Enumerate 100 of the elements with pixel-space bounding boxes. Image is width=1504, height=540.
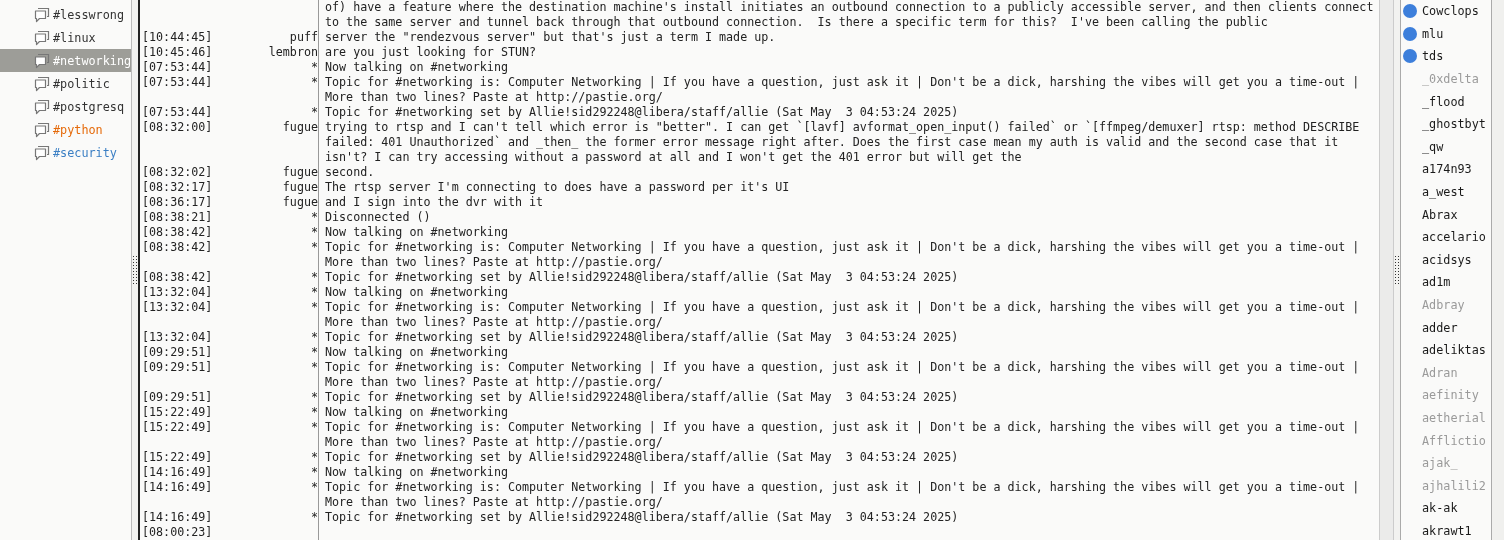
user-name[interactable]: a174n93: [1422, 162, 1472, 177]
timestamp: [14:16:49]: [142, 510, 213, 525]
message-text: Topic for #networking set by Allie!sid292248@libera/staff/allie (Sat May 3 04:53:24 2025): [324, 105, 960, 120]
nickname: fugue: [282, 180, 318, 195]
user-name[interactable]: ak-ak: [1422, 501, 1458, 516]
message-text: Topic for #networking is: Computer Networking | If you have a question, just ask it | Don't be a dick, harshing the vibes will get you a time-out | More than two lines? Paste at http://pastie.org/: [324, 360, 1361, 390]
nickname: *: [310, 390, 318, 405]
message-text: are you just looking for STUN?: [324, 45, 538, 60]
timestamp: [14:16:49]: [142, 480, 213, 496]
message-text: server the "rendezvous server" but that's just a term I made up.: [324, 30, 777, 45]
message-text: Topic for #networking set by Allie!sid292248@libera/staff/allie (Sat May 3 04:53:24 2025): [324, 390, 960, 405]
nickname: fugue: [282, 120, 318, 136]
message-text: Disconnected (): [324, 210, 432, 225]
user-name[interactable]: acidsys: [1422, 252, 1472, 267]
timestamp: [13:32:04]: [142, 300, 213, 316]
message-text: second.: [324, 165, 376, 180]
chat-bubbles-icon: [33, 52, 51, 69]
user-name[interactable]: adeliktas: [1422, 343, 1486, 358]
message-text: Topic for #networking is: Computer Networking | If you have a question, just ask it | Don't be a dick, harshing the vibes will get you a time-out | More than two lines? Paste at http://pastie.org/: [324, 240, 1361, 270]
message-text: Topic for #networking is: Computer Networking | If you have a question, just ask it | Don't be a dick, harshing the vibes will get you a time-out | More than two lines? Paste at http://pastie.org/: [324, 75, 1361, 105]
chat-bubbles-icon: [33, 121, 51, 138]
user-name[interactable]: mlu: [1422, 26, 1444, 41]
user-name[interactable]: accelario: [1422, 230, 1486, 245]
chat-bubbles-icon: [33, 75, 51, 92]
nickname: *: [310, 270, 318, 285]
nickname: *: [310, 330, 318, 345]
timestamp: [13:32:04]: [142, 330, 213, 345]
message-text: Topic for #networking set by Allie!sid292248@libera/staff/allie (Sat May 3 04:53:24 2025): [324, 450, 960, 465]
user-name[interactable]: _flood: [1422, 94, 1465, 109]
timestamp: [08:32:17]: [142, 180, 213, 195]
timestamp: [08:00:23]: [142, 525, 213, 540]
timestamp: [15:22:49]: [142, 450, 213, 465]
message-text: Topic for #networking is: Computer Networking | If you have a question, just ask it | Don't be a dick, harshing the vibes will get you a time-out | More than two lines? Paste at http://pastie.org/: [324, 420, 1361, 450]
user-name[interactable]: akrawt1: [1422, 523, 1472, 538]
timestamp: [08:38:42]: [142, 270, 213, 285]
timestamp: [08:32:00]: [142, 120, 213, 136]
user-name[interactable]: Cowclops: [1422, 4, 1479, 19]
nickname: *: [310, 360, 318, 376]
message-text: Now talking on #networking: [324, 345, 509, 360]
message-text: Topic for #networking set by Allie!sid292248@libera/staff/allie (Sat May 3 04:53:24 2025): [324, 510, 960, 525]
timestamp: [08:36:17]: [142, 195, 213, 210]
message-text: Topic for #networking is: Computer Networking | If you have a question, just ask it | Don't be a dick, harshing the vibes will get you a time-out | More than two lines? Paste at http://pastie.org/: [324, 480, 1361, 510]
nickname: *: [310, 405, 318, 420]
nickname: fugue: [282, 195, 318, 210]
message-text: The rtsp server I'm connecting to does have a password per it's UI: [324, 180, 791, 195]
timestamp: [10:45:46]: [142, 45, 213, 60]
nickname: *: [310, 420, 318, 436]
nickname: *: [310, 105, 318, 120]
timestamp: [13:32:04]: [142, 285, 213, 300]
timestamp: [08:38:42]: [142, 240, 213, 256]
timestamp: [09:29:51]: [142, 360, 213, 376]
nickname: lembron: [268, 45, 318, 60]
nickname: *: [310, 285, 318, 300]
nickname: *: [310, 480, 318, 496]
chat-bubbles-icon: [33, 6, 51, 23]
message-text: Topic for #networking set by Allie!sid292248@libera/staff/allie (Sat May 3 04:53:24 2025): [324, 270, 960, 285]
nickname: fugue: [282, 165, 318, 180]
message-text: and I sign into the dvr with it: [324, 195, 545, 210]
chat-bubbles-icon: [33, 29, 51, 46]
timestamp: [07:53:44]: [142, 75, 213, 91]
nickname: *: [310, 60, 318, 75]
message-text: Topic for #networking is: Computer Networking | If you have a question, just ask it | Don't be a dick, harshing the vibes will get you a time-out | More than two lines? Paste at http://pastie.org/: [324, 300, 1361, 330]
nickname: *: [310, 345, 318, 360]
channel-item[interactable]: #politic: [0, 72, 131, 95]
timestamp: [07:53:44]: [142, 60, 213, 75]
nickname: *: [310, 75, 318, 91]
message-text: Now talking on #networking: [324, 405, 509, 420]
timestamp: [08:32:02]: [142, 165, 213, 180]
user-name[interactable]: Abrax: [1422, 207, 1458, 222]
user-name[interactable]: a_west: [1422, 185, 1465, 200]
message-text: Now talking on #networking: [324, 465, 509, 480]
channel-item[interactable]: #lesswrong: [0, 3, 131, 26]
nickname: *: [310, 225, 318, 240]
user-name[interactable]: _ghostbyt: [1422, 117, 1486, 132]
user-name[interactable]: ad1m: [1422, 275, 1451, 290]
channel-item[interactable]: #postgresq: [0, 95, 131, 118]
nickname: *: [310, 240, 318, 256]
message-text: Now talking on #networking: [324, 225, 509, 240]
nickname: puff: [289, 30, 318, 45]
timestamp: [15:22:49]: [142, 405, 213, 420]
user-name[interactable]: adder: [1422, 320, 1458, 335]
timestamp: [09:29:51]: [142, 345, 213, 360]
channel-item[interactable]: #security: [0, 141, 131, 164]
message-text: Now talking on #networking: [324, 285, 509, 300]
nickname: *: [310, 300, 318, 316]
timestamp: [08:38:42]: [142, 225, 213, 240]
nickname: *: [310, 510, 318, 525]
timestamp: [08:38:21]: [142, 210, 213, 225]
nickname: *: [310, 450, 318, 465]
scrollbar[interactable]: [1379, 0, 1394, 540]
timestamp: [09:29:51]: [142, 390, 213, 405]
nickname: *: [310, 465, 318, 480]
message-text: Now talking on #networking: [324, 60, 509, 75]
chat-bubbles-icon: [33, 98, 51, 115]
nickname: *: [310, 210, 318, 225]
user-name[interactable]: _qw: [1422, 139, 1444, 154]
user-name[interactable]: tds: [1422, 49, 1444, 64]
channel-item[interactable]: #linux: [0, 26, 131, 49]
message-text: Topic for #networking set by Allie!sid292248@libera/staff/allie (Sat May 3 04:53:24 2025): [324, 330, 960, 345]
timestamp: [15:22:49]: [142, 420, 213, 436]
